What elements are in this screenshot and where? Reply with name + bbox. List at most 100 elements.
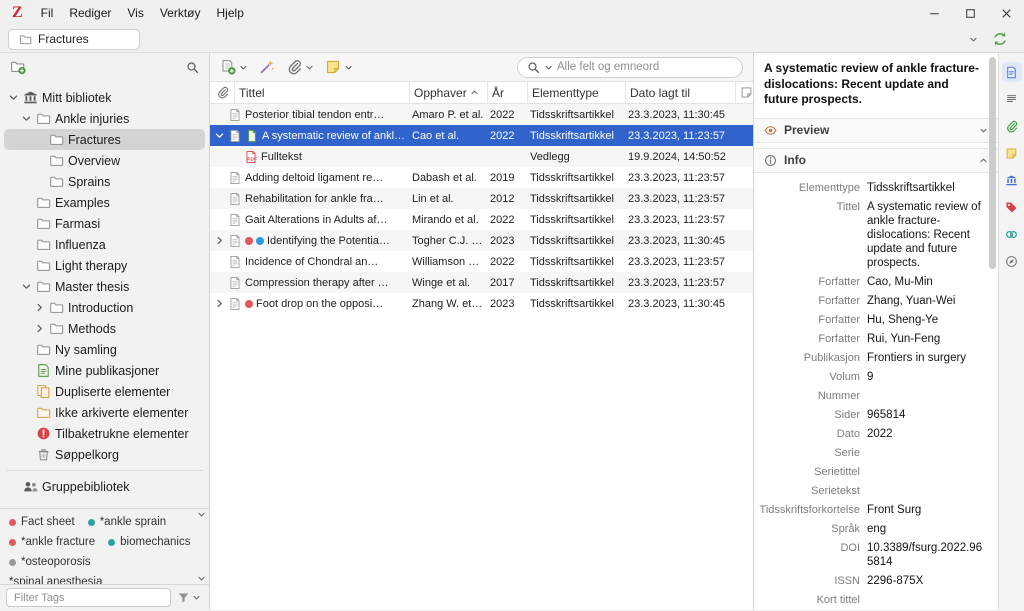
field-value[interactable] <box>867 446 986 460</box>
item-row[interactable]: Posterior tibial tendon entr…Amaro P. et… <box>210 104 753 125</box>
sidenav-tags-button[interactable] <box>1002 197 1022 217</box>
item-row[interactable]: Rehabilitation for ankle fra…Lin et al.2… <box>210 188 753 209</box>
sidenav-notes-button[interactable] <box>1002 143 1022 163</box>
tag-ankle-sprain[interactable]: *ankle sprain <box>88 515 166 529</box>
scrollbar-thumb[interactable] <box>989 57 996 269</box>
menu-rediger[interactable]: Rediger <box>61 6 119 20</box>
items-search-input[interactable]: Alle felt og emneord <box>517 57 743 78</box>
field-value[interactable] <box>867 593 986 607</box>
sidenav-locate-button[interactable] <box>1002 251 1022 271</box>
collection-light-therapy[interactable]: Light therapy <box>4 255 205 276</box>
item-row[interactable]: Gait Alterations in Adults af…Mirando et… <box>210 209 753 230</box>
column-title[interactable]: Tittel <box>234 82 409 103</box>
field-value[interactable]: Front Surg <box>867 503 986 517</box>
expand-twisty-icon[interactable] <box>214 130 225 141</box>
field-value[interactable]: Frontiers in surgery <box>867 351 986 365</box>
item-row[interactable]: Adding deltoid ligament re…Dabash et al.… <box>210 167 753 188</box>
collection-mitt-bibliotek[interactable]: Mitt bibliotek <box>4 87 205 108</box>
collection-ny-samling[interactable]: Ny samling <box>4 339 205 360</box>
column-itemtype[interactable]: Elementtype <box>527 82 625 103</box>
field-value[interactable]: 2022 <box>867 427 986 441</box>
column-attachment[interactable] <box>210 82 234 103</box>
attachment-row[interactable]: PDFFulltekstVedlegg19.9.2024, 14:50:52 <box>210 146 753 167</box>
expand-twisty-icon[interactable] <box>214 298 225 309</box>
column-date-added[interactable]: Dato lagt til <box>625 82 735 103</box>
new-note-button[interactable] <box>325 59 353 75</box>
tag-scroll-up-icon[interactable] <box>197 510 206 519</box>
collection-influenza[interactable]: Influenza <box>4 234 205 255</box>
tag-spinal-anesthesia[interactable]: *spinal anesthesia <box>9 575 193 584</box>
menu-hjelp[interactable]: Hjelp <box>209 6 252 20</box>
field-value[interactable] <box>867 465 986 479</box>
add-by-identifier-button[interactable] <box>259 59 275 75</box>
tag-fact-sheet[interactable]: Fact sheet <box>9 515 75 529</box>
collection-overview[interactable]: Overview <box>4 150 205 171</box>
collapse-twisty-icon[interactable] <box>21 113 32 124</box>
collapse-twisty-icon[interactable] <box>8 92 19 103</box>
tag-osteoporosis[interactable]: *osteoporosis <box>9 555 193 569</box>
expand-twisty-icon[interactable] <box>34 323 45 334</box>
field-value[interactable]: 2296-875X <box>867 574 986 588</box>
field-value[interactable]: eng <box>867 522 986 536</box>
collection-tilbaketrukne-elementer[interactable]: Tilbaketrukne elementer <box>4 423 205 444</box>
collection-dupliserte-elementer[interactable]: Dupliserte elementer <box>4 381 205 402</box>
collection-mine-publikasjoner[interactable]: Mine publikasjoner <box>4 360 205 381</box>
section-info[interactable]: Info <box>754 148 998 173</box>
chevron-down-icon[interactable] <box>979 126 988 135</box>
sidenav-related-button[interactable] <box>1002 224 1022 244</box>
chevron-up-icon[interactable] <box>979 156 988 165</box>
item-row[interactable]: Compression therapy after …Winge et al.2… <box>210 272 753 293</box>
new-item-button[interactable] <box>220 59 248 75</box>
field-value[interactable]: 10.3389/fsurg.2022.965814 <box>867 541 986 569</box>
new-attachment-button[interactable] <box>286 59 314 75</box>
column-year[interactable]: År <box>487 82 527 103</box>
minimize-button[interactable] <box>916 0 952 26</box>
sync-icon[interactable] <box>992 31 1008 47</box>
close-button[interactable] <box>988 0 1024 26</box>
menu-vis[interactable]: Vis <box>119 6 151 20</box>
filter-tags-input[interactable] <box>6 588 171 607</box>
collection-methods[interactable]: Methods <box>4 318 205 339</box>
collection-fractures[interactable]: Fractures <box>4 129 205 150</box>
collection-gruppebibliotek[interactable]: Gruppebibliotek <box>4 476 205 497</box>
collection-ankle-injuries[interactable]: Ankle injuries <box>4 108 205 129</box>
tag-filter-options-button[interactable] <box>177 591 201 604</box>
collection-examples[interactable]: Examples <box>4 192 205 213</box>
expand-twisty-icon[interactable] <box>214 235 225 246</box>
column-creator[interactable]: Opphaver <box>409 82 487 103</box>
tag-ankle-fracture[interactable]: *ankle fracture <box>9 535 95 549</box>
field-value[interactable]: Tidsskriftsartikkel <box>867 181 986 195</box>
item-row[interactable]: A systematic review of ankl…Cao et al.20… <box>210 125 753 146</box>
expand-twisty-icon[interactable] <box>34 302 45 313</box>
field-value[interactable] <box>867 484 986 498</box>
field-value[interactable]: A systematic review of ankle fracture-di… <box>867 200 986 270</box>
sidenav-attachments-button[interactable] <box>1002 116 1022 136</box>
sidenav-libraries-and-collections-button[interactable] <box>1002 170 1022 190</box>
item-row[interactable]: Incidence of Chondral an…Williamson e…20… <box>210 251 753 272</box>
sidenav-abstract-button[interactable] <box>1002 89 1022 109</box>
tab-list-chevron-icon[interactable] <box>969 35 978 44</box>
menu-verkt-y[interactable]: Verktøy <box>152 6 209 20</box>
field-value[interactable]: Zhang, Yuan-Wei <box>867 294 986 308</box>
menu-fil[interactable]: Fil <box>33 6 62 20</box>
collection-farmasi[interactable]: Farmasi <box>4 213 205 234</box>
item-row[interactable]: Foot drop on the opposi…Zhang W. et …202… <box>210 293 753 314</box>
field-value[interactable]: 965814 <box>867 408 986 422</box>
column-note[interactable] <box>735 82 753 103</box>
tag-biomechanics[interactable]: biomechanics <box>108 535 190 549</box>
item-row[interactable]: Identifying the Potentia…Togher C.J. e…2… <box>210 230 753 251</box>
sidenav-info-button[interactable] <box>1002 62 1022 82</box>
maximize-button[interactable] <box>952 0 988 26</box>
field-value[interactable]: 9 <box>867 370 986 384</box>
field-value[interactable]: Hu, Sheng-Ye <box>867 313 986 327</box>
collapse-twisty-icon[interactable] <box>21 281 32 292</box>
collection-master-thesis[interactable]: Master thesis <box>4 276 205 297</box>
collection-introduction[interactable]: Introduction <box>4 297 205 318</box>
field-value[interactable]: Cao, Mu-Min <box>867 275 986 289</box>
collection-ikke-arkiverte-elementer[interactable]: Ikke arkiverte elementer <box>4 402 205 423</box>
new-collection-button[interactable] <box>10 59 26 75</box>
collection-s-ppelkorg[interactable]: Søppelkorg <box>4 444 205 465</box>
collection-sprains[interactable]: Sprains <box>4 171 205 192</box>
section-preview[interactable]: Preview <box>754 118 998 143</box>
tag-scroll-down-icon[interactable] <box>197 574 206 583</box>
